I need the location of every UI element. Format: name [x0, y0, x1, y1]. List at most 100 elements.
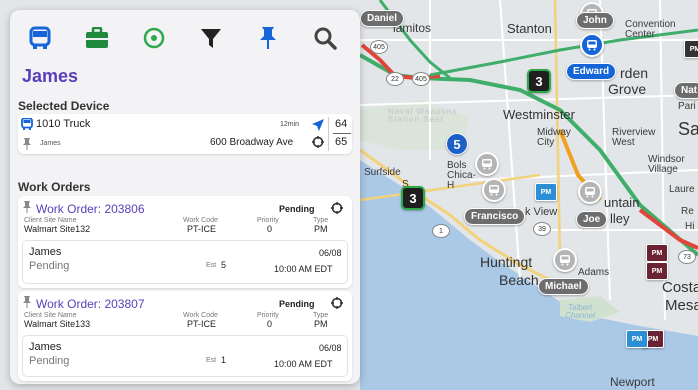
place-label: Surfside — [364, 167, 401, 178]
pm-badge[interactable]: PM — [684, 40, 698, 58]
vehicle-bus-icon[interactable] — [553, 248, 577, 272]
type-value: PM — [314, 319, 328, 329]
vehicle-bus-icon[interactable] — [482, 178, 506, 202]
assignee-name: James — [29, 246, 62, 258]
vehicle-label-nat[interactable]: Nat — [674, 82, 698, 99]
vehicle-bus-icon[interactable] — [578, 180, 602, 204]
work-code-value: PT-ICE — [187, 319, 217, 329]
place-label: Costa — [662, 279, 698, 296]
place-label: Mesa — [665, 297, 698, 314]
pm-badge[interactable]: PM — [535, 183, 557, 201]
est-value: 5 — [221, 260, 227, 270]
place-label: lley — [610, 211, 630, 226]
work-order-status: Pending — [279, 204, 315, 214]
scheduled-time: 10:00 AM EDT — [274, 264, 333, 274]
truck-icon — [21, 118, 33, 130]
speed-value: 64 — [335, 118, 348, 130]
place-label: rden — [620, 65, 649, 81]
crosshair-icon[interactable] — [331, 202, 343, 214]
route-shield: 73 — [678, 250, 696, 264]
est-value: 1 — [221, 355, 227, 365]
vehicle-label-francisco[interactable]: Francisco — [464, 208, 526, 225]
pin-icon — [23, 138, 31, 150]
priority-header: Priority — [257, 312, 279, 319]
device-name: 1010 Truck — [36, 118, 91, 130]
place-label: Hi — [685, 221, 695, 232]
device-card[interactable]: 1010 Truck James 12min 600 Broadway Ave … — [18, 114, 352, 154]
vehicle-label-daniel[interactable]: Daniel — [360, 10, 405, 27]
pin-icon[interactable] — [254, 24, 282, 52]
selected-device-title: Selected Device — [18, 99, 110, 113]
vehicle-bus-icon[interactable] — [580, 33, 604, 57]
bus-icon[interactable] — [26, 24, 54, 52]
work-order-card[interactable]: Work Order: 203807 Pending Client Site N… — [18, 291, 352, 381]
device-address: 600 Broadway Ave — [210, 137, 294, 148]
route-shield: 405 — [412, 72, 430, 86]
cluster-marker[interactable]: 3 — [527, 69, 551, 93]
crosshair-icon[interactable] — [312, 136, 324, 148]
device-driver: James — [40, 140, 61, 147]
cluster-marker[interactable]: 5 — [446, 133, 468, 155]
place-label: Westminster — [503, 107, 575, 122]
cluster-marker[interactable]: 3 — [401, 186, 425, 210]
place-label: Grove — [608, 81, 647, 97]
filter-icon[interactable] — [197, 24, 225, 52]
place-label: k View — [525, 206, 558, 218]
client-site-header: Client Site Name — [24, 217, 77, 224]
route-shield: 22 — [386, 72, 404, 86]
place-label: Convention Center — [625, 19, 676, 40]
work-code-value: PT-ICE — [187, 224, 217, 234]
work-order-title[interactable]: Work Order: 203806 — [36, 203, 145, 215]
pm-badge[interactable]: PM — [646, 244, 668, 262]
speed-limit-value: 65 — [335, 136, 348, 148]
device-time-ago: 12min — [280, 121, 300, 128]
location-arrow-icon — [312, 119, 324, 131]
assignee-name: James — [29, 341, 62, 353]
vehicle-label-joe[interactable]: Joe — [576, 211, 608, 228]
work-orders-title: Work Orders — [18, 180, 91, 194]
client-site-value: Walmart Site132 — [24, 224, 91, 234]
place-label: Stanton — [507, 21, 552, 36]
pm-badge[interactable]: PM — [626, 330, 648, 348]
place-label: untain — [604, 195, 640, 210]
work-code-header: Work Code — [183, 312, 218, 319]
priority-header: Priority — [257, 217, 279, 224]
selected-person-name: James — [22, 66, 79, 86]
route-shield: 405 — [370, 40, 388, 54]
place-label: Sa — [678, 119, 698, 139]
est-header: Est — [206, 262, 217, 269]
place-label: Newport — [610, 375, 655, 389]
assignment-row[interactable]: James Pending Est 5 06/08 10:00 AM EDT — [22, 240, 348, 284]
priority-value: 0 — [267, 224, 273, 234]
type-header: Type — [313, 217, 329, 224]
work-order-card[interactable]: Work Order: 203806 Pending Client Site N… — [18, 196, 352, 288]
vehicle-label-edward[interactable]: Edward — [566, 63, 617, 80]
scheduled-time: 10:00 AM EDT — [274, 359, 333, 369]
work-order-status: Pending — [279, 299, 315, 309]
vehicle-bus-icon[interactable] — [475, 152, 499, 176]
briefcase-icon[interactable] — [83, 24, 111, 52]
search-icon[interactable] — [311, 24, 339, 52]
vehicle-label-john[interactable]: John — [576, 12, 614, 29]
target-icon[interactable] — [140, 24, 168, 52]
assignment-row[interactable]: James Pending Est 1 06/08 10:00 AM EDT — [22, 335, 348, 377]
place-label: Pari — [678, 101, 696, 112]
scheduled-date: 06/08 — [319, 343, 342, 353]
pm-badge[interactable]: PM — [646, 262, 668, 280]
place-label: Laure — [669, 184, 695, 195]
place-label: Naval Weapons Station Seal — [388, 107, 458, 124]
panel-toolbar — [10, 10, 360, 66]
vehicle-label-michael[interactable]: Michael — [538, 278, 589, 295]
est-header: Est — [206, 357, 217, 364]
place-label: Windsor Village — [648, 154, 685, 175]
assignee-status: Pending — [29, 260, 70, 272]
place-label: Talbert Channel — [565, 303, 595, 320]
crosshair-icon[interactable] — [331, 297, 343, 309]
place-label: Huntingt — [480, 254, 533, 270]
route-shield: 39 — [533, 222, 551, 236]
place-label: Beach — [499, 272, 539, 288]
place-label: Re — [681, 206, 694, 217]
work-order-title[interactable]: Work Order: 203807 — [36, 298, 145, 310]
client-site-value: Walmart Site133 — [24, 319, 91, 329]
pin-icon — [23, 201, 31, 213]
